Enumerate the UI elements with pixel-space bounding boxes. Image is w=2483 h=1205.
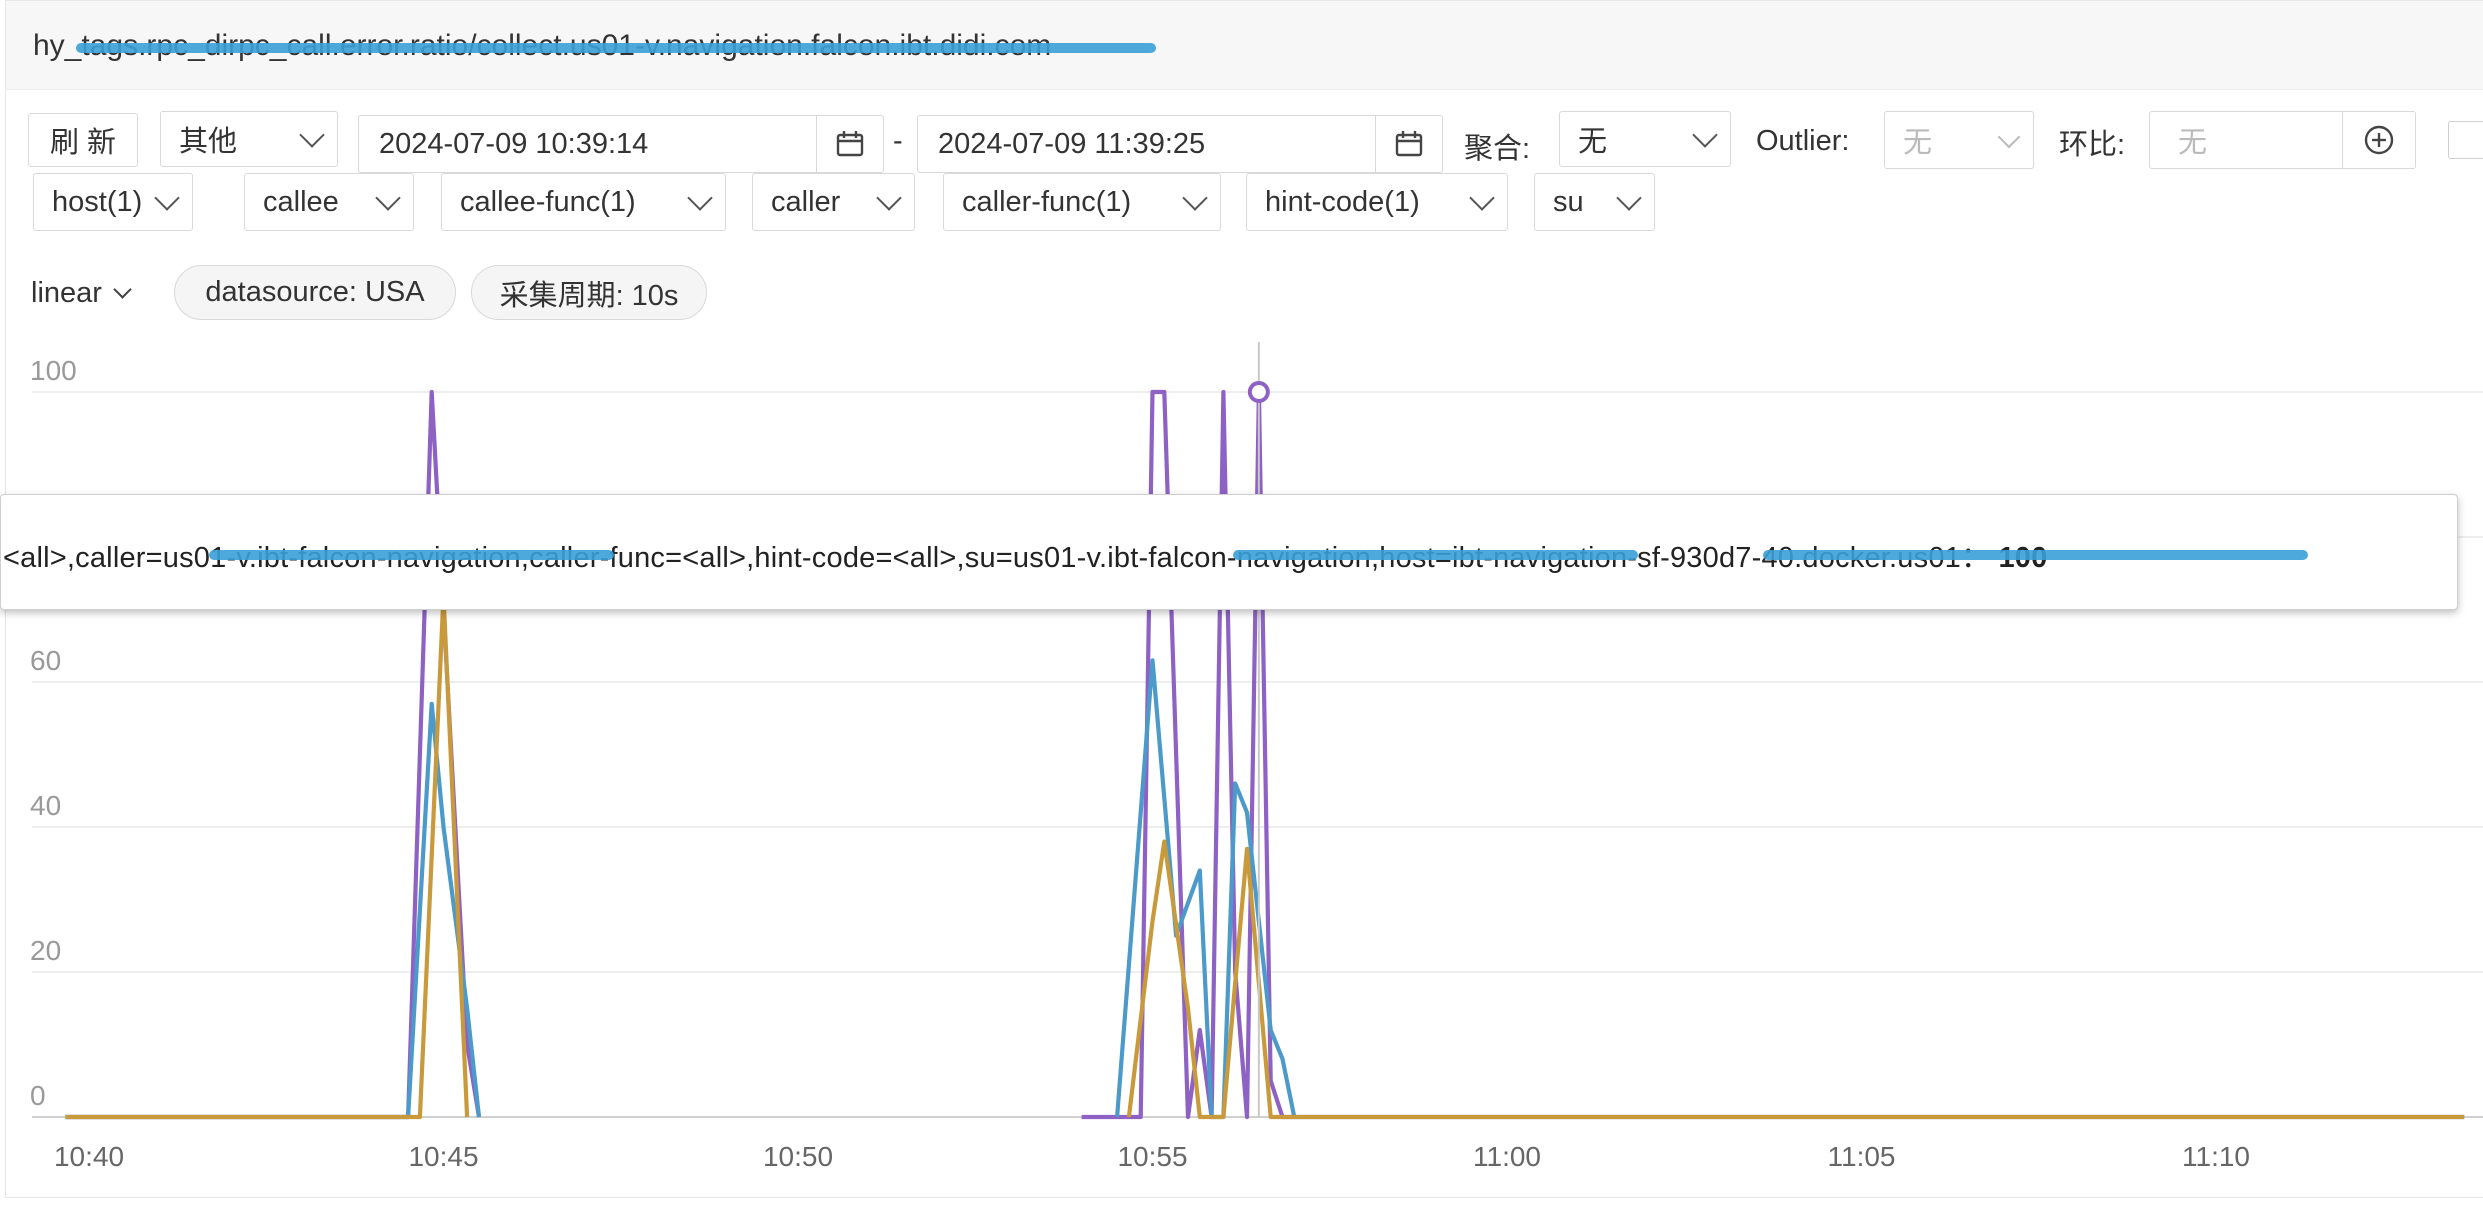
- period-label: 采集周期: 10s: [499, 279, 679, 312]
- start-time-value: 2024-07-09 10:39:14: [379, 127, 649, 160]
- refresh-button[interactable]: 刷 新: [28, 113, 138, 167]
- redaction-mark: [1763, 550, 2308, 560]
- chevron-down-icon: [1997, 125, 2021, 149]
- tag-filter-3[interactable]: caller: [752, 173, 915, 231]
- datasource-label: datasource: USA: [205, 276, 425, 308]
- tag-filter-label: su: [1553, 185, 1584, 218]
- start-time-picker[interactable]: 2024-07-09 10:39:14: [358, 115, 884, 173]
- tag-filter-0[interactable]: host(1): [33, 173, 193, 231]
- tag-filter-4[interactable]: caller-func(1): [943, 173, 1221, 231]
- chevron-down-icon: [876, 185, 902, 211]
- tag-filter-1[interactable]: callee: [244, 173, 414, 231]
- redaction-mark: [1233, 550, 1638, 560]
- tag-filter-6[interactable]: su: [1534, 173, 1655, 231]
- chevron-down-icon: [687, 185, 713, 211]
- scale-select[interactable]: linear: [31, 271, 132, 315]
- compare-label: 环比:: [2059, 129, 2126, 161]
- add-compare-button[interactable]: [2342, 112, 2415, 168]
- end-time-value: 2024-07-09 11:39:25: [938, 127, 1206, 160]
- panel-header: hy_tags.rpc_dirpc_call.error.ratio/colle…: [6, 1, 2483, 90]
- tag-filter-label: callee-func(1): [460, 185, 636, 218]
- tag-filter-label: caller: [771, 185, 841, 218]
- tag-filter-label: hint-code(1): [1265, 185, 1420, 218]
- redaction-mark: [76, 43, 1156, 53]
- scale-value: linear: [31, 276, 102, 309]
- calendar-icon[interactable]: [1375, 116, 1442, 172]
- redaction-mark: [209, 550, 614, 560]
- chevron-down-icon: [1616, 185, 1642, 211]
- outlier-label: Outlier:: [1756, 125, 1850, 157]
- other-select-value: 其他: [179, 126, 238, 158]
- refresh-button-label: 刷 新: [49, 127, 117, 159]
- outlier-select[interactable]: 无: [1884, 111, 2034, 169]
- period-tag: 采集周期: 10s: [471, 265, 707, 320]
- aggregate-value: 无: [1578, 126, 1608, 158]
- other-select[interactable]: 其他: [160, 111, 338, 167]
- chevron-down-icon: [299, 122, 325, 148]
- extra-checkbox[interactable]: [2448, 121, 2483, 159]
- range-separator: -: [893, 125, 903, 157]
- outlier-value: 无: [1903, 127, 1933, 159]
- aggregate-label: 聚合:: [1464, 133, 1531, 165]
- plus-circle-icon: [2364, 125, 2394, 155]
- end-time-picker[interactable]: 2024-07-09 11:39:25: [917, 115, 1443, 173]
- chevron-down-icon: [375, 185, 401, 211]
- chevron-down-icon: [1182, 185, 1208, 211]
- tag-filter-label: host(1): [52, 185, 143, 218]
- chevron-down-icon: [1692, 122, 1718, 148]
- aggregate-select[interactable]: 无: [1559, 111, 1731, 167]
- compare-input[interactable]: 无: [2149, 111, 2416, 169]
- chart-tooltip: <all>,caller=us01-v.ibt-falcon-navigatio…: [0, 494, 2458, 610]
- tag-filter-label: caller-func(1): [962, 185, 1132, 218]
- chevron-down-icon: [113, 279, 132, 299]
- chevron-down-icon: [154, 185, 180, 211]
- datasource-tag: datasource: USA: [174, 265, 456, 320]
- tag-filter-label: callee: [263, 185, 339, 218]
- tag-filter-5[interactable]: hint-code(1): [1246, 173, 1508, 231]
- chevron-down-icon: [1469, 185, 1495, 211]
- tag-filter-2[interactable]: callee-func(1): [441, 173, 726, 231]
- compare-placeholder: 无: [2178, 127, 2208, 159]
- calendar-icon[interactable]: [816, 116, 883, 172]
